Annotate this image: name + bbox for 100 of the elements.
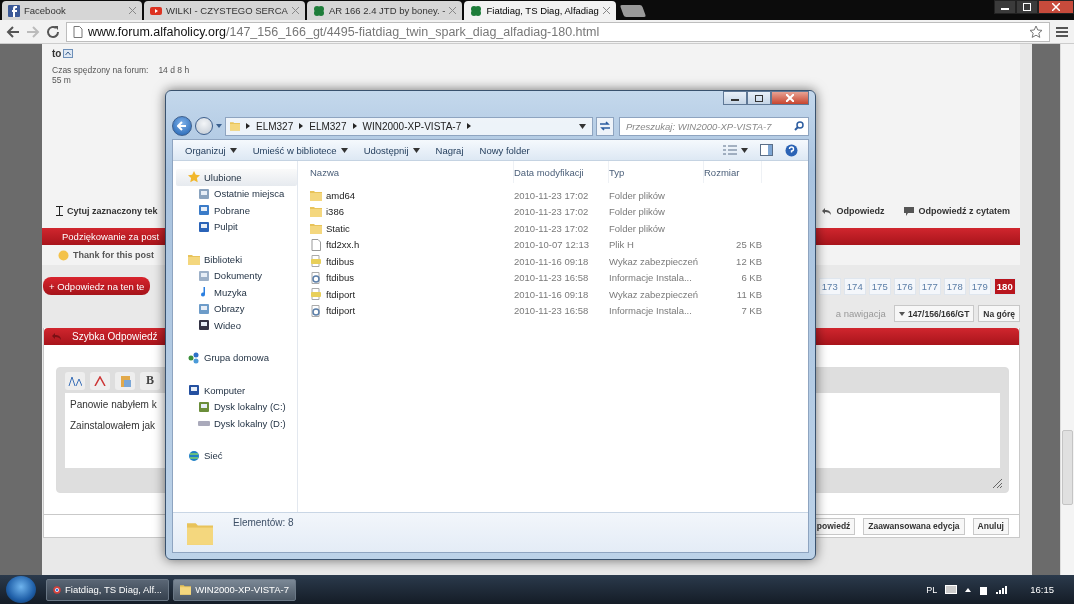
close-button[interactable]: [1038, 0, 1074, 14]
form-button[interactable]: Zaawansowana edycja: [863, 517, 965, 535]
caret-icon: [898, 311, 905, 316]
page-link[interactable]: 179: [968, 277, 991, 295]
maximize-button[interactable]: [747, 91, 771, 105]
page-link[interactable]: 178: [943, 277, 966, 295]
minimize-button[interactable]: [994, 0, 1016, 14]
thank-button[interactable]: Thank for this post: [58, 249, 154, 261]
resize-grip-icon: [993, 479, 1002, 488]
time-value: 14 d 8 h: [158, 65, 190, 75]
recent-places-icon: [198, 187, 210, 200]
page-link[interactable]: 176: [893, 277, 916, 295]
nav-item[interactable]: Muzyka: [176, 284, 297, 301]
reply-link[interactable]: Odpowiedz: [822, 206, 885, 216]
keyboard-icon: [945, 585, 958, 594]
command-button[interactable]: Udostępnij: [357, 144, 426, 156]
navigation-label: a nawigacja: [835, 308, 886, 319]
reply-button[interactable]: + Odpowiedz na ten te: [43, 277, 151, 295]
restore-button[interactable]: [1016, 0, 1038, 14]
browser-tab[interactable]: AR 166 2.4 JTD by boney. -: [306, 1, 463, 20]
bold-tool[interactable]: B: [140, 371, 160, 390]
back-button[interactable]: [172, 116, 192, 136]
scrollbar-thumb[interactable]: [1062, 430, 1073, 505]
nav-item[interactable]: Dokumenty: [176, 267, 297, 284]
page-link[interactable]: 175: [868, 277, 891, 295]
file-name[interactable]: ftdibus: [310, 255, 514, 268]
refresh-button[interactable]: [596, 116, 614, 136]
breadcrumb-bar[interactable]: ELM327 ELM327 WIN2000-XP-VISTA-7: [225, 116, 593, 136]
nav-item[interactable]: Grupa domowa: [176, 349, 297, 366]
font-size-icon: [68, 375, 82, 386]
page-link[interactable]: 177: [918, 277, 941, 295]
taskbar-button[interactable]: Fiatdiag, TS Diag, Alf...: [46, 578, 169, 601]
breadcrumb-item[interactable]: ELM327: [309, 120, 347, 132]
nav-item[interactable]: Sieć: [176, 447, 297, 464]
url-host: www.forum.alfaholicy.org: [88, 24, 226, 39]
breadcrumb-item[interactable]: ELM327: [256, 120, 294, 132]
minimize-button[interactable]: [723, 91, 747, 105]
form-button[interactable]: Anuluj: [972, 517, 1009, 535]
page-link[interactable]: 180: [993, 277, 1016, 295]
nav-item[interactable]: Pobrane: [176, 202, 297, 219]
file-icon: [310, 238, 322, 251]
user-name: to: [52, 48, 62, 59]
file-name[interactable]: ftdiport: [310, 288, 514, 301]
signal-bars-icon: [996, 585, 1009, 594]
facebook-logo-icon: [8, 4, 20, 17]
nav-item[interactable]: Dysk lokalny (D:): [176, 415, 297, 432]
command-button[interactable]: Umieść w bibliotece: [246, 144, 354, 156]
font-color-tool[interactable]: [90, 371, 110, 390]
desktop-icon: [198, 220, 210, 233]
new-tab-button[interactable]: [619, 5, 646, 17]
picture-icon: [198, 302, 210, 315]
file-date: 2010-11-23 17:02: [514, 189, 590, 201]
nav-item[interactable]: Komputer: [176, 382, 297, 399]
browser-logo-icon: [53, 583, 61, 596]
column-header[interactable]: Data modyfikacji: [514, 161, 609, 183]
column-header[interactable]: Typ: [609, 161, 704, 183]
caret-icon: [741, 147, 748, 153]
file-name[interactable]: i386: [310, 206, 514, 218]
folder-icon: [180, 584, 192, 595]
forward-button[interactable]: [195, 117, 213, 135]
font-size-tool[interactable]: [65, 371, 85, 390]
file-date: 2010-11-16 09:18: [514, 288, 590, 300]
taskbar-button[interactable]: WIN2000-XP-VISTA-7: [173, 578, 296, 601]
column-header[interactable]: Nazwa: [310, 161, 514, 183]
quote-selected-link[interactable]: Cytuj zaznaczony tek: [56, 206, 158, 216]
command-button[interactable]: Nowy folder: [473, 144, 536, 156]
start-button[interactable]: [6, 576, 36, 603]
caret-icon: [340, 147, 348, 153]
command-button[interactable]: Nagraj: [429, 144, 470, 156]
search-field[interactable]: Przeszukaj: WIN2000-XP-VISTA-7: [619, 116, 809, 136]
page-link[interactable]: 174: [843, 277, 866, 295]
menu-icon: [1056, 25, 1068, 38]
address-bar[interactable]: www.forum.alfaholicy.org/147_156_166_gt/4495-fiatdiag_twin_spark_diag_alfadiag-180.html: [66, 21, 1050, 42]
nav-item[interactable]: Ulubione: [176, 169, 297, 186]
scrollbar[interactable]: [1060, 44, 1074, 575]
page-link[interactable]: 173: [818, 277, 841, 295]
breadcrumb-item[interactable]: WIN2000-XP-VISTA-7: [362, 120, 462, 132]
column-header[interactable]: Rozmiar: [704, 161, 762, 183]
smiley-icon: [58, 249, 69, 261]
nav-item[interactable]: Biblioteki: [176, 251, 297, 268]
browser-tab[interactable]: Facebook: [2, 1, 142, 20]
command-button[interactable]: Organizuj: [179, 144, 243, 156]
browser-tab[interactable]: Fiatdiag, TS Diag, Alfadiag: [464, 1, 616, 20]
browser-tab[interactable]: WILKI - CZYSTEGO SERCA: [144, 1, 305, 20]
file-name[interactable]: ftdiport: [310, 304, 514, 317]
nav-item[interactable]: Obrazy: [176, 300, 297, 317]
nav-item[interactable]: Ostatnie miejsca: [176, 185, 297, 202]
font-color-icon: [94, 375, 106, 386]
file-name[interactable]: amd64: [310, 189, 514, 201]
certificate-file-icon: [310, 288, 322, 301]
top-button[interactable]: Na górę: [978, 305, 1020, 322]
quote-reply-link[interactable]: Odpowiedź z cytatem: [904, 206, 1010, 216]
close-icon: [291, 7, 299, 14]
page-icon: [73, 25, 83, 38]
item-count: Elementów: 8: [233, 517, 294, 528]
file-name[interactable]: ftdibus: [310, 271, 514, 284]
language-indicator[interactable]: PL: [926, 584, 938, 595]
nav-item[interactable]: Dysk lokalny (C:): [176, 398, 297, 415]
forum-jump-dropdown[interactable]: 147/156/166/GT: [893, 305, 975, 322]
file-type: Informacje Instala...: [609, 272, 693, 284]
